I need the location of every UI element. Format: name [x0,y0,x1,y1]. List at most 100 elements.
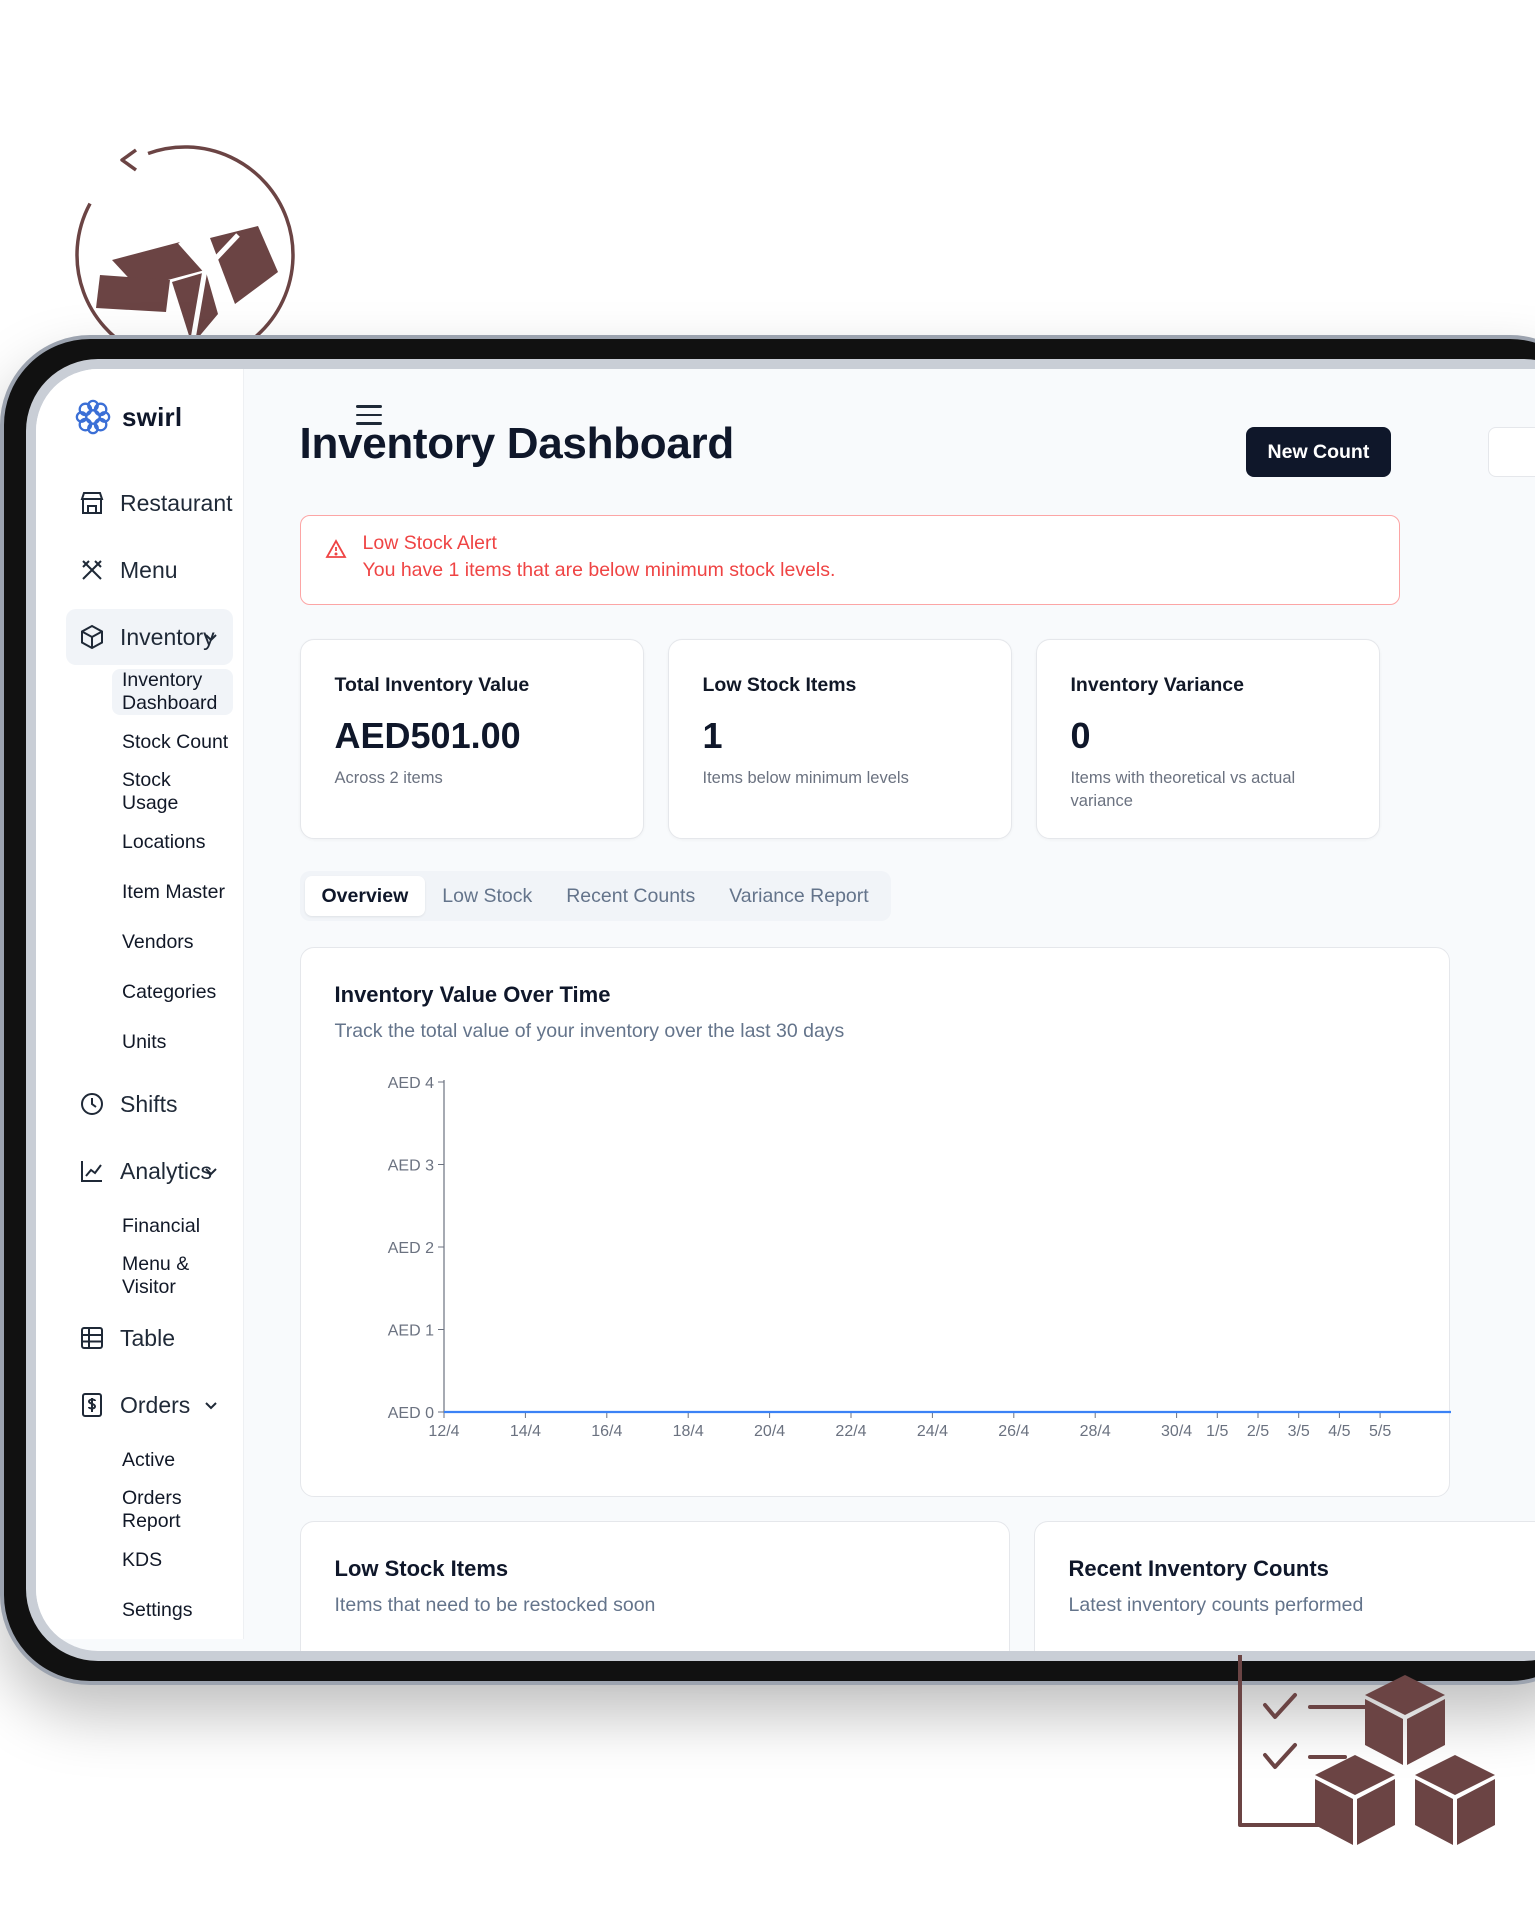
sidebar-subitem-menu-visitor[interactable]: Menu & Visitor [112,1253,233,1299]
sidebar-item-inventory[interactable]: Inventory [66,609,233,665]
sidebar-subitem-stock-count[interactable]: Stock Count [112,719,233,765]
sidebar-item-label: Shifts [120,1090,178,1117]
package-icon [81,624,103,650]
checklist-boxes-illustration [1238,1655,1495,1845]
x-tick-label: 28/4 [1079,1423,1110,1440]
y-tick-label: AED 2 [387,1240,433,1257]
store-icon [80,492,104,514]
sidebar-item-label: Orders [120,1391,191,1418]
x-tick-label: 1/5 [1206,1423,1228,1440]
card-title: Recent Inventory Counts [1068,1556,1329,1581]
y-tick-label: AED 4 [387,1075,433,1092]
sidebar-subitem-item-master[interactable]: Item Master [112,869,233,915]
table-icon [81,1327,103,1349]
stat-label: Total Inventory Value [334,674,530,696]
chart-line-icon [81,1161,102,1182]
stat-value: 1 [702,715,723,756]
sidebar-item-label: Analytics [120,1157,213,1184]
sidebar: swirl Restaurant Menu Inventory Inventor… [36,369,382,1639]
sidebar-item-table[interactable]: Table [66,1310,233,1366]
recent-counts-card: Recent Inventory Counts Latest inventory… [1033,1521,1535,1651]
tab-variance-report[interactable]: Variance Report [712,876,885,916]
brand[interactable]: swirl [66,387,233,447]
low-stock-alert: Low Stock Alert You have 1 items that ar… [299,515,1400,605]
brand-name: swirl [122,401,183,432]
y-tick-label: AED 1 [387,1323,433,1340]
inventory-value-chart-card: Inventory Value Over Time Track the tota… [299,947,1451,1497]
chevron-down-icon[interactable] [203,629,219,645]
sidebar-item-label: Menu [120,556,178,583]
stat-subtext: Across 2 items [334,769,443,787]
sidebar-subitem-locations[interactable]: Locations [112,819,233,865]
stats-row: Total Inventory Value AED501.00 Across 2… [299,639,1535,839]
sidebar-subitem-units[interactable]: Units [112,1019,233,1065]
y-tick-label: AED 0 [387,1405,433,1422]
analytics-subnav: Financial Menu & Visitor [66,1203,233,1299]
sidebar-subitem-vendors[interactable]: Vendors [112,919,233,965]
warning-triangle-icon [324,539,347,558]
sidebar-subitem-orders-report[interactable]: Orders Report [112,1487,233,1533]
tablet-frame: swirl Restaurant Menu Inventory Inventor… [0,335,1535,1685]
stat-subtext: Items with theoretical vs actual varianc… [1070,769,1296,811]
x-tick-label: 20/4 [754,1423,785,1440]
card-subtitle: Latest inventory counts performed [1068,1594,1364,1616]
tablet-bezel: swirl Restaurant Menu Inventory Inventor… [26,359,1535,1661]
stat-value: AED501.00 [334,715,521,756]
low-stock-items-card: Low Stock Items Items that need to be re… [299,1521,1010,1651]
dashboard-tabs: Overview Low Stock Recent Counts Varianc… [299,871,891,921]
stat-subtext: Items below minimum levels [702,769,909,787]
x-tick-label: 12/4 [428,1423,459,1440]
x-tick-label: 2/5 [1246,1423,1268,1440]
sidebar-subitem-stock-usage[interactable]: Stock Usage [112,769,233,815]
sidebar-item-orders[interactable]: Orders [66,1377,233,1433]
tab-low-stock[interactable]: Low Stock [425,876,549,916]
stat-label: Low Stock Items [702,674,857,696]
x-tick-label: 4/5 [1328,1423,1350,1440]
sidebar-subitem-financial[interactable]: Financial [112,1203,233,1249]
y-tick-label: AED 3 [387,1158,433,1175]
inventory-value-chart: AED 0 AED 1 AED 2 AED 3 AED 4 12/4 14/4 16/4 18/… [387,1075,1451,1440]
alert-title: Low Stock Alert [362,532,497,554]
sidebar-subitem-inventory-dashboard[interactable]: Inventory Dashboard [112,669,233,715]
sidebar-subitem-categories[interactable]: Categories [112,969,233,1015]
utensils-icon [82,560,102,580]
sidebar-subitem-active[interactable]: Active [112,1437,233,1483]
x-tick-label: 18/4 [672,1423,703,1440]
chevron-down-icon[interactable] [203,1163,219,1179]
x-tick-label: 16/4 [591,1423,622,1440]
stat-card-variance: Inventory Variance 0 Items with theoreti… [1035,639,1380,839]
x-tick-label: 26/4 [998,1423,1029,1440]
app-root: swirl Restaurant Menu Inventory Inventor… [36,369,1535,1651]
tab-recent-counts[interactable]: Recent Counts [549,876,712,916]
orders-subnav: Active Orders Report KDS Settings [66,1437,233,1633]
stat-card-low-stock: Low Stock Items 1 Items below minimum le… [667,639,1012,839]
sidebar-item-menu[interactable]: Menu [66,542,233,598]
secondary-action-button[interactable] [1487,427,1535,477]
sidebar-subitem-kds[interactable]: KDS [112,1537,233,1583]
sidebar-item-label: Restaurant [120,489,233,516]
sidebar-item-restaurant[interactable]: Restaurant [66,475,233,531]
sidebar-nav: Restaurant Menu Inventory Inventory Dash… [66,475,233,1633]
sidebar-item-shifts[interactable]: Shifts [66,1076,233,1132]
stat-card-total-value: Total Inventory Value AED501.00 Across 2… [299,639,644,839]
stat-label: Inventory Variance [1070,674,1244,696]
main-content: Inventory Dashboard New Count Low Stock … [244,369,1535,1651]
inventory-subnav: Inventory Dashboard Stock Count Stock Us… [66,669,233,1065]
chevron-down-icon[interactable] [203,1397,219,1413]
box-refresh-illustration [75,145,295,365]
new-count-button[interactable]: New Count [1245,427,1392,477]
bottom-cards: Low Stock Items Items that need to be re… [299,1521,1535,1651]
x-tick-label: 30/4 [1161,1423,1192,1440]
x-tick-label: 22/4 [835,1423,866,1440]
swirl-logo-icon [75,399,111,435]
clock-icon [81,1093,103,1115]
sidebar-subitem-settings[interactable]: Settings [112,1587,233,1633]
sidebar-item-analytics[interactable]: Analytics [66,1143,233,1199]
receipt-icon [82,1393,102,1417]
sidebar-item-label: Inventory [120,623,215,650]
x-tick-label: 5/5 [1368,1423,1390,1440]
x-tick-label: 14/4 [509,1423,540,1440]
card-title: Low Stock Items [334,1556,509,1581]
card-subtitle: Items that need to be restocked soon [334,1594,656,1616]
tab-overview[interactable]: Overview [304,876,426,916]
